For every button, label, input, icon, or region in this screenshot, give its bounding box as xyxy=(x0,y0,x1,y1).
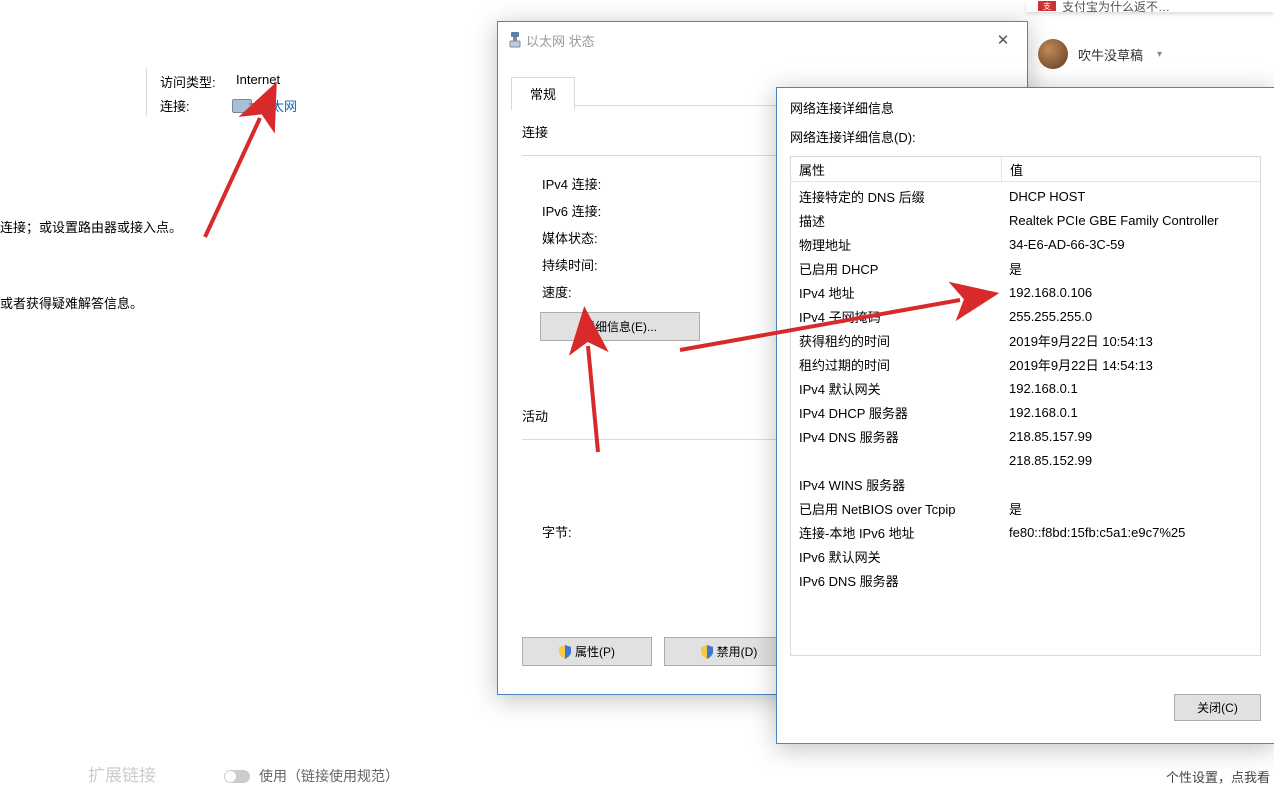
details-title: 网络连接详细信息 xyxy=(777,88,1274,123)
details-table: 属性 值 连接特定的 DNS 后缀DHCP HOST描述Realtek PCIe… xyxy=(790,156,1261,656)
property-cell: IPv4 DNS 服务器 xyxy=(791,427,1001,446)
property-cell: IPv4 WINS 服务器 xyxy=(791,475,1001,494)
value-cell: 192.168.0.1 xyxy=(1001,405,1260,420)
dialog-titlebar: 以太网 状态 ✕ xyxy=(498,22,1027,58)
access-type-label: 访问类型: xyxy=(160,72,216,91)
property-cell: 已启用 NetBIOS over Tcpip xyxy=(791,499,1001,518)
col-property[interactable]: 属性 xyxy=(791,157,1002,181)
media-state-label: 媒体状态: xyxy=(542,228,622,247)
connection-label: 连接: xyxy=(160,96,190,115)
property-cell: IPv4 默认网关 xyxy=(791,379,1001,398)
table-row[interactable]: 连接-本地 IPv6 地址fe80::f8bd:15fb:c5a1:e9c7%2… xyxy=(791,520,1260,544)
table-row[interactable]: IPv4 默认网关192.168.0.1 xyxy=(791,376,1260,400)
table-row[interactable]: IPv6 默认网关 xyxy=(791,544,1260,568)
property-cell: 租约过期的时间 xyxy=(791,355,1001,374)
value-cell: DHCP HOST xyxy=(1001,189,1260,204)
table-row[interactable]: IPv4 子网掩码255.255.255.0 xyxy=(791,304,1260,328)
value-cell: 2019年9月22日 10:54:13 xyxy=(1001,331,1260,350)
col-value[interactable]: 值 xyxy=(1002,157,1260,181)
disable-button[interactable]: 禁用(D) xyxy=(664,637,794,666)
alipay-icon: 支 xyxy=(1038,1,1056,11)
table-row[interactable]: IPv6 DNS 服务器 xyxy=(791,568,1260,592)
ipv6-conn-label: IPv6 连接: xyxy=(542,201,622,220)
table-row[interactable]: IPv4 WINS 服务器 xyxy=(791,472,1260,496)
table-row[interactable]: 租约过期的时间2019年9月22日 14:54:13 xyxy=(791,352,1260,376)
table-row[interactable]: IPv4 DHCP 服务器192.168.0.1 xyxy=(791,400,1260,424)
table-row[interactable]: 218.85.152.99 xyxy=(791,448,1260,472)
taskbar-item-label: 支付宝为什么返不… xyxy=(1062,0,1170,12)
table-row[interactable]: 获得租约的时间2019年9月22日 10:54:13 xyxy=(791,328,1260,352)
value-cell: 192.168.0.106 xyxy=(1001,285,1260,300)
ethernet-adapter-icon xyxy=(508,31,522,49)
table-row[interactable]: 描述Realtek PCIe GBE Family Controller xyxy=(791,208,1260,232)
value-cell: 是 xyxy=(1001,499,1260,518)
avatar xyxy=(1038,39,1068,69)
access-type-value: Internet xyxy=(236,72,280,87)
value-cell: 是 xyxy=(1001,259,1260,278)
details-button[interactable]: 详细信息(E)... xyxy=(540,312,700,341)
ethernet-link[interactable]: 以太网 xyxy=(258,96,297,115)
taskbar-item[interactable]: 支 支付宝为什么返不… xyxy=(1026,0,1274,12)
ipv4-conn-label: IPv4 连接: xyxy=(542,174,622,193)
value-cell: 2019年9月22日 14:54:13 xyxy=(1001,355,1260,374)
bottom-buttons: 属性(P) 禁用(D) xyxy=(522,637,794,666)
divider xyxy=(146,68,147,116)
table-row[interactable]: IPv4 地址192.168.0.106 xyxy=(791,280,1260,304)
property-cell: IPv4 DHCP 服务器 xyxy=(791,403,1001,422)
ethernet-link-wrap: 以太网 xyxy=(232,96,297,115)
chevron-down-icon: ▾ xyxy=(1157,49,1162,60)
table-row[interactable]: 连接特定的 DNS 后缀DHCP HOST xyxy=(791,184,1260,208)
duration-label: 持续时间: xyxy=(542,255,622,274)
tab-general[interactable]: 常规 xyxy=(511,77,575,111)
value-cell: 34-E6-AD-66-3C-59 xyxy=(1001,237,1260,252)
toggle-switch[interactable] xyxy=(224,770,250,783)
value-cell: 218.85.152.99 xyxy=(1001,453,1260,468)
value-cell: 218.85.157.99 xyxy=(1001,429,1260,444)
property-cell: 描述 xyxy=(791,211,1001,230)
bg-text-1: 连接；或设置路由器或接入点。 xyxy=(0,217,182,236)
property-cell: 连接-本地 IPv6 地址 xyxy=(791,523,1001,542)
property-cell: 已启用 DHCP xyxy=(791,259,1001,278)
user-name: 吹牛没草稿 xyxy=(1078,45,1143,64)
value-cell: 255.255.255.0 xyxy=(1001,309,1260,324)
details-subtitle: 网络连接详细信息(D): xyxy=(777,123,1274,152)
property-cell: IPv4 子网掩码 xyxy=(791,307,1001,326)
property-cell: 连接特定的 DNS 后缀 xyxy=(791,187,1001,206)
table-row[interactable]: 已启用 DHCP是 xyxy=(791,256,1260,280)
dialog-title: 以太网 状态 xyxy=(526,31,595,50)
property-cell: 获得租约的时间 xyxy=(791,331,1001,350)
table-row[interactable]: IPv4 DNS 服务器218.85.157.99 xyxy=(791,424,1260,448)
user-menu[interactable]: 吹牛没草稿 ▾ xyxy=(1027,34,1274,74)
table-row[interactable]: 物理地址34-E6-AD-66-3C-59 xyxy=(791,232,1260,256)
bg-text-2: 或者获得疑难解答信息。 xyxy=(0,293,143,312)
network-details-dialog: 网络连接详细信息 网络连接详细信息(D): 属性 值 连接特定的 DNS 后缀D… xyxy=(776,87,1274,744)
table-header: 属性 值 xyxy=(791,157,1260,182)
table-row[interactable]: 已启用 NetBIOS over Tcpip是 xyxy=(791,496,1260,520)
property-cell: IPv4 地址 xyxy=(791,283,1001,302)
property-cell: IPv6 默认网关 xyxy=(791,547,1001,566)
property-cell: 物理地址 xyxy=(791,235,1001,254)
properties-button[interactable]: 属性(P) xyxy=(522,637,652,666)
value-cell: Realtek PCIe GBE Family Controller xyxy=(1001,213,1260,228)
close-button[interactable]: 关闭(C) xyxy=(1174,694,1261,721)
footer-right-text[interactable]: 个性设置，点我看 xyxy=(1166,767,1270,786)
footer-mid-text: 使用（链接使用规范） xyxy=(259,766,399,786)
ethernet-icon xyxy=(232,99,252,113)
speed-label: 速度: xyxy=(542,282,622,301)
footer-left-text: 扩展链接 xyxy=(88,761,156,786)
disable-button-label: 禁用(D) xyxy=(717,643,758,660)
value-cell: fe80::f8bd:15fb:c5a1:e9c7%25 xyxy=(1001,525,1260,540)
bytes-label: 字节: xyxy=(522,522,582,541)
value-cell: 192.168.0.1 xyxy=(1001,381,1260,396)
shield-icon xyxy=(559,645,571,659)
shield-icon xyxy=(701,645,713,659)
property-cell: IPv6 DNS 服务器 xyxy=(791,571,1001,590)
close-button[interactable]: ✕ xyxy=(983,28,1023,52)
properties-button-label: 属性(P) xyxy=(575,643,615,660)
